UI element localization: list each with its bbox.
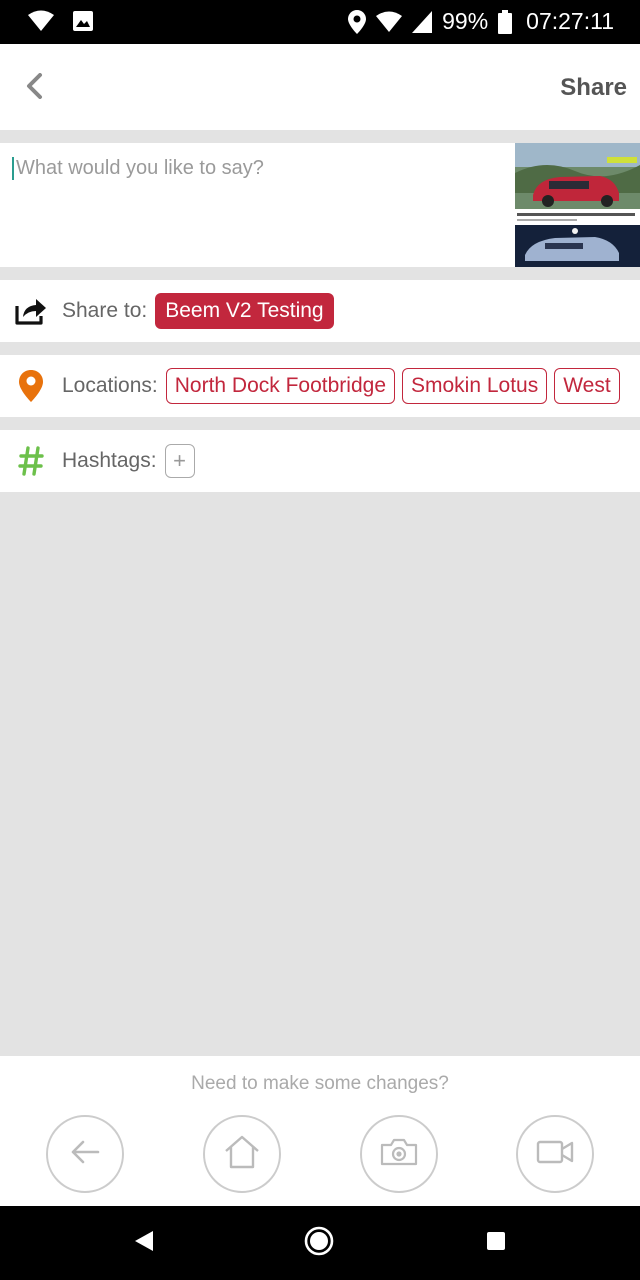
share-to-row: Share to: Beem V2 Testing	[0, 280, 640, 342]
cell-signal-icon	[412, 10, 433, 33]
location-chip[interactable]: West	[554, 368, 620, 404]
location-pin-icon	[0, 355, 62, 417]
nav-recents-button[interactable]	[479, 1226, 513, 1260]
video-button[interactable]	[516, 1115, 594, 1193]
image-icon	[72, 10, 94, 32]
hashtags-label: Hashtags:	[62, 449, 157, 472]
post-text-input[interactable]	[12, 157, 502, 180]
share-target-chip[interactable]: Beem V2 Testing	[155, 293, 334, 329]
back-step-button[interactable]	[46, 1115, 124, 1193]
hash-icon	[0, 430, 62, 492]
battery-text: 99%	[442, 8, 489, 34]
attached-media-thumbnail[interactable]	[515, 143, 640, 267]
circle-home-icon	[303, 1225, 335, 1262]
square-recents-icon	[486, 1231, 506, 1256]
nav-back-button[interactable]	[127, 1226, 161, 1260]
share-button[interactable]: Share	[560, 74, 627, 102]
wifi-signal-icon	[376, 11, 403, 33]
share-to-label: Share to:	[62, 299, 148, 322]
locations-label: Locations:	[62, 374, 158, 397]
compose-area	[0, 143, 640, 267]
locations-row: Locations: North Dock Footbridge Smokin …	[0, 355, 640, 417]
system-nav-bar	[0, 1206, 640, 1280]
wifi-icon	[28, 10, 54, 32]
chevron-left-icon	[25, 72, 43, 104]
hashtags-row: Hashtags: +	[0, 430, 640, 492]
triangle-back-icon	[133, 1229, 155, 1258]
home-icon	[223, 1134, 261, 1175]
location-icon	[348, 9, 367, 34]
video-icon	[536, 1139, 574, 1170]
location-chip[interactable]: Smokin Lotus	[402, 368, 548, 404]
home-button[interactable]	[203, 1115, 281, 1193]
back-button[interactable]	[18, 70, 50, 106]
location-chip[interactable]: North Dock Footbridge	[165, 368, 395, 404]
camera-button[interactable]	[360, 1115, 438, 1193]
app-bar: Share	[0, 44, 640, 130]
battery-icon	[498, 9, 513, 34]
status-bar: 99% 07:27:11	[0, 0, 640, 44]
changes-hint: Need to make some changes?	[191, 1073, 449, 1094]
clock: 07:27:11	[526, 8, 614, 34]
share-icon	[0, 280, 62, 342]
bottom-panel: Need to make some changes?	[0, 1056, 640, 1206]
add-hashtag-button[interactable]: +	[164, 444, 195, 478]
camera-icon	[380, 1137, 418, 1172]
back-arrow-icon	[70, 1139, 100, 1170]
nav-home-button[interactable]	[302, 1226, 336, 1260]
